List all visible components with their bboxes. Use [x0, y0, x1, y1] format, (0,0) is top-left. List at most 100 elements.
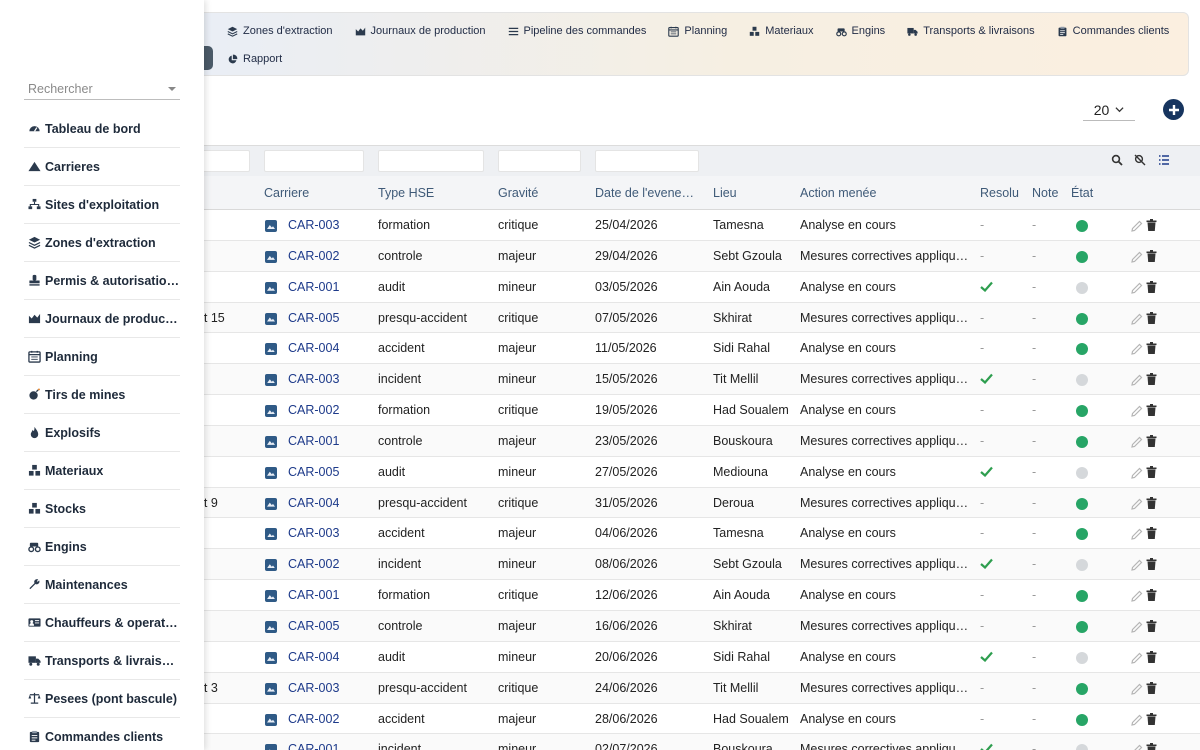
- image-icon[interactable]: [265, 713, 277, 726]
- trash-icon[interactable]: [1146, 496, 1157, 509]
- pencil-icon[interactable]: [1131, 652, 1143, 664]
- pencil-icon[interactable]: [1131, 313, 1143, 325]
- image-icon[interactable]: [265, 343, 277, 356]
- clear-filter-icon[interactable]: [1134, 154, 1146, 166]
- header-carriere[interactable]: Carriere: [264, 186, 309, 200]
- trash-icon[interactable]: [1146, 681, 1157, 694]
- cell-carriere-link[interactable]: CAR-001: [288, 588, 339, 602]
- pencil-icon[interactable]: [1131, 744, 1143, 750]
- sidebar-item-planning[interactable]: Planning: [24, 338, 180, 376]
- sidebar-item-chauffeurs-operateurs[interactable]: Chauffeurs & operateurs: [24, 604, 180, 642]
- cell-carriere-link[interactable]: CAR-002: [288, 712, 339, 726]
- image-icon[interactable]: [265, 528, 277, 541]
- table-row[interactable]: ent 9CAR-004presqu-accidentcritique31/05…: [190, 487, 1200, 519]
- trash-icon[interactable]: [1146, 404, 1157, 417]
- search-icon[interactable]: [1111, 154, 1123, 166]
- image-icon[interactable]: [265, 220, 277, 232]
- cell-carriere-link[interactable]: CAR-004: [288, 341, 339, 355]
- trash-icon[interactable]: [1146, 589, 1157, 602]
- cell-carriere-link[interactable]: CAR-003: [288, 681, 339, 695]
- table-row[interactable]: 3CAR-003formationcritique25/04/2026Tames…: [190, 210, 1200, 241]
- cell-carriere-link[interactable]: CAR-005: [288, 619, 339, 633]
- table-row[interactable]: CAR-003 incident mineur 15/05/2026 Tit Melli…: [190, 364, 1200, 396]
- table-row[interactable]: CAR-004 accident majeur 11/05/2026 Sidi Raha…: [190, 333, 1200, 365]
- pencil-icon[interactable]: [1131, 251, 1143, 263]
- image-icon[interactable]: [265, 466, 277, 479]
- image-icon[interactable]: [265, 620, 277, 633]
- menu-item-zones-d-extraction[interactable]: Zones d'extraction: [227, 23, 333, 39]
- sidebar-item-tableau-de-bord[interactable]: Tableau de bord: [24, 110, 180, 148]
- image-icon[interactable]: [265, 497, 277, 510]
- cell-carriere-link[interactable]: CAR-001: [288, 280, 339, 294]
- table-row[interactable]: CAR-005 controle majeur 16/06/2026 Skhirat Me…: [190, 610, 1200, 642]
- pencil-icon[interactable]: [1131, 528, 1143, 541]
- page-size-select[interactable]: 20: [1083, 99, 1135, 121]
- trash-icon[interactable]: [1146, 743, 1157, 750]
- trash-icon[interactable]: [1146, 219, 1157, 231]
- sidebar-item-maintenances[interactable]: Maintenances: [24, 566, 180, 604]
- cell-carriere-link[interactable]: CAR-002: [288, 557, 339, 571]
- sidebar-item-commandes-clients[interactable]: Commandes clients: [24, 718, 180, 750]
- image-icon[interactable]: [265, 281, 277, 294]
- image-icon[interactable]: [265, 682, 277, 695]
- menu-item-planning[interactable]: Planning: [668, 23, 727, 39]
- menu-item-pipeline-des-commandes[interactable]: Pipeline des commandes: [508, 23, 646, 39]
- header-etat[interactable]: État: [1071, 186, 1093, 200]
- trash-icon[interactable]: [1146, 712, 1157, 725]
- pencil-icon[interactable]: [1131, 621, 1143, 633]
- cell-carriere-link[interactable]: CAR-001: [288, 434, 339, 448]
- cell-carriere-link[interactable]: CAR-004: [288, 496, 339, 510]
- cell-carriere-link[interactable]: CAR-003: [288, 372, 339, 386]
- table-row[interactable]: CAR-002 accident majeur 28/06/2026 Had Soual…: [190, 703, 1200, 735]
- image-icon[interactable]: [265, 590, 277, 603]
- filter-input-type[interactable]: [378, 150, 484, 172]
- menu-item-transports-livraisons[interactable]: Transports & livraisons: [907, 23, 1035, 39]
- pencil-icon[interactable]: [1131, 559, 1143, 572]
- trash-icon[interactable]: [1146, 342, 1157, 355]
- table-row[interactable]: CAR-002 controle majeur 29/04/2026 Sebt Gzou…: [190, 240, 1200, 272]
- column-list-icon[interactable]: [1158, 154, 1170, 166]
- menu-item-commandes-clients[interactable]: Commandes clients: [1057, 23, 1169, 39]
- menu-item-engins[interactable]: Engins: [835, 23, 885, 39]
- filter-input-date[interactable]: [595, 150, 699, 172]
- pencil-icon[interactable]: [1131, 436, 1143, 448]
- menu-item-rapport[interactable]: Rapport: [227, 51, 282, 67]
- trash-icon[interactable]: [1146, 280, 1157, 293]
- pencil-icon[interactable]: [1131, 714, 1143, 726]
- pencil-icon[interactable]: [1131, 282, 1143, 294]
- trash-icon[interactable]: [1146, 527, 1157, 540]
- header-lieu[interactable]: Lieu: [713, 186, 737, 200]
- table-row[interactable]: CAR-005 audit mineur 27/05/2026 Mediouna Anal…: [190, 456, 1200, 488]
- image-icon[interactable]: [265, 312, 277, 325]
- header-gravite[interactable]: Gravité: [498, 186, 538, 200]
- trash-icon[interactable]: [1146, 465, 1157, 478]
- trash-icon[interactable]: [1146, 311, 1157, 324]
- trash-icon[interactable]: [1146, 249, 1157, 262]
- table-row[interactable]: CAR-001 audit mineur 03/05/2026 Ain Aouda Ana…: [190, 271, 1200, 303]
- sidebar-item-engins[interactable]: Engins: [24, 528, 180, 566]
- add-record-button[interactable]: [1163, 99, 1184, 120]
- sidebar-item-pesees-pont-bascule-[interactable]: Pesees (pont bascule): [24, 680, 180, 718]
- image-icon[interactable]: [265, 374, 277, 387]
- cell-carriere-link[interactable]: CAR-003: [288, 218, 339, 232]
- trash-icon[interactable]: [1146, 373, 1157, 386]
- trash-icon[interactable]: [1146, 619, 1157, 632]
- sidebar-item-permis-autorisations[interactable]: Permis & autorisations: [24, 262, 180, 300]
- table-row[interactable]: ent 15 CAR-005 presqu-accident critique 07/0…: [190, 302, 1200, 334]
- trash-icon[interactable]: [1146, 434, 1157, 447]
- pencil-icon[interactable]: [1131, 590, 1143, 602]
- pencil-icon[interactable]: [1131, 220, 1143, 232]
- cell-carriere-link[interactable]: CAR-005: [288, 465, 339, 479]
- cell-carriere-link[interactable]: CAR-005: [288, 311, 339, 325]
- header-resolu[interactable]: Resolu: [980, 186, 1019, 200]
- cell-carriere-link[interactable]: CAR-001: [288, 742, 339, 750]
- sidebar-item-stocks[interactable]: Stocks: [24, 490, 180, 528]
- image-icon[interactable]: [265, 651, 277, 664]
- image-icon[interactable]: [265, 435, 277, 448]
- cell-carriere-link[interactable]: CAR-003: [288, 526, 339, 540]
- sidebar-item-sites-d-exploitation[interactable]: Sites d'exploitation: [24, 186, 180, 224]
- trash-icon[interactable]: [1146, 558, 1157, 571]
- cell-carriere-link[interactable]: CAR-002: [288, 249, 339, 263]
- table-row[interactable]: CAR-003 accident majeur 04/06/2026 Tamesna An…: [190, 518, 1200, 550]
- table-row[interactable]: 2CAR-002formationcritique19/05/2026Had S…: [190, 395, 1200, 426]
